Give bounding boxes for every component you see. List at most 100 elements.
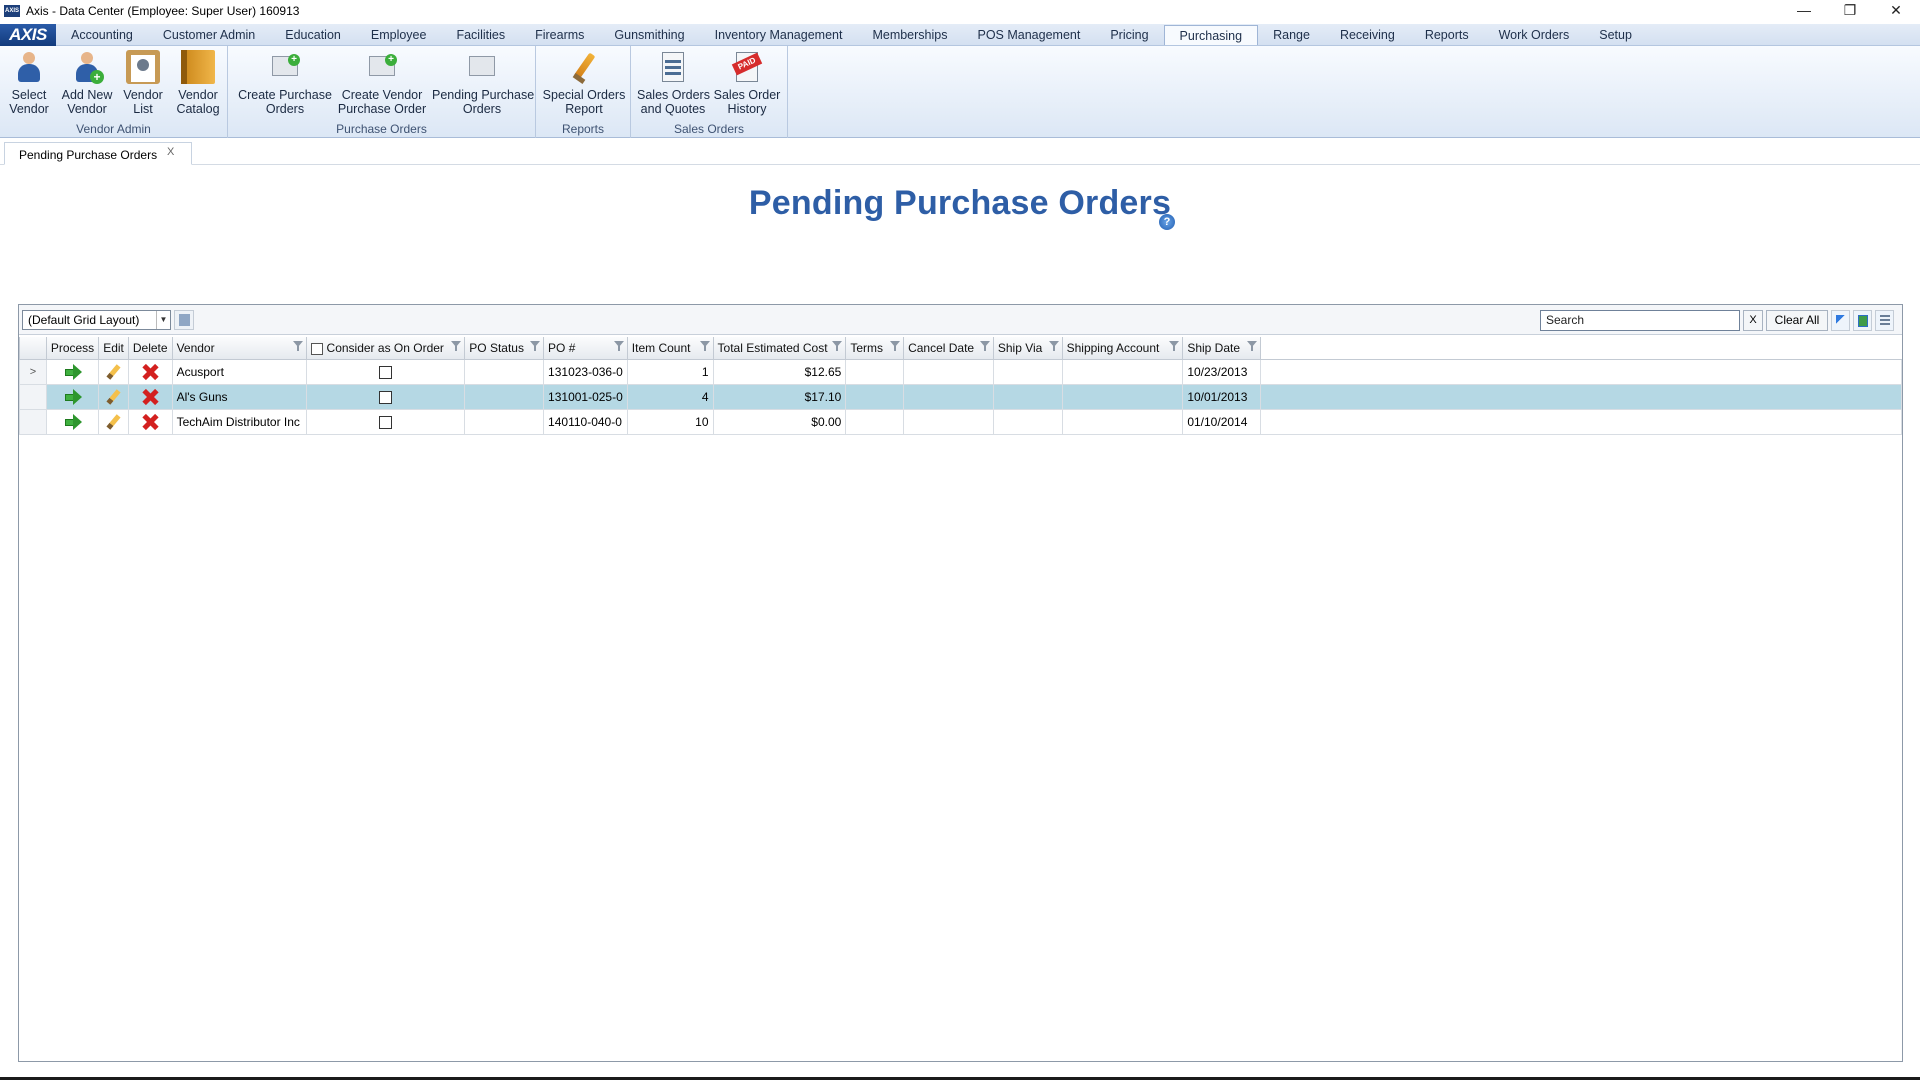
grid-layout-select[interactable]: (Default Grid Layout) ▼ <box>22 310 171 330</box>
edit-pencil-icon[interactable] <box>106 413 121 430</box>
vendor-catalog-button[interactable]: Vendor Catalog <box>172 50 224 116</box>
column-header-po-status[interactable]: PO Status <box>464 337 545 360</box>
column-header-ship-date[interactable]: Ship Date <box>1182 337 1262 360</box>
sales-orders-and-quotes-button[interactable]: Sales Orders and Quotes <box>637 50 710 116</box>
doc-tab-close-button[interactable]: X <box>167 146 174 158</box>
tab-employee[interactable]: Employee <box>356 24 442 45</box>
tab-firearms[interactable]: Firearms <box>520 24 599 45</box>
tab-setup[interactable]: Setup <box>1584 24 1647 45</box>
create-purchase-orders-button[interactable]: + Create Purchase Orders <box>236 50 334 116</box>
tab-pricing[interactable]: Pricing <box>1095 24 1163 45</box>
row-indicator[interactable] <box>19 383 47 410</box>
consider-cell[interactable] <box>305 358 466 385</box>
doc-tab-pending-purchase-orders[interactable]: Pending Purchase Orders X <box>4 142 192 165</box>
filter-icon[interactable] <box>890 341 901 351</box>
tab-memberships[interactable]: Memberships <box>857 24 962 45</box>
delete-cell[interactable] <box>127 358 173 385</box>
column-header-vendor[interactable]: Vendor <box>171 337 307 360</box>
vendor-list-button[interactable]: Vendor List <box>120 50 166 116</box>
process-arrow-icon[interactable] <box>64 363 82 380</box>
consider-cell[interactable] <box>305 383 466 410</box>
pending-purchase-orders-button[interactable]: Pending Purchase Orders <box>432 50 534 116</box>
row-indicator[interactable]: > <box>19 358 47 385</box>
filter-icon[interactable] <box>1048 341 1059 351</box>
filter-icon[interactable] <box>832 341 843 351</box>
column-header-process[interactable]: Process <box>45 337 100 360</box>
tab-inventory-management[interactable]: Inventory Management <box>700 24 858 45</box>
column-header-total-cost[interactable]: Total Estimated Cost <box>712 337 847 360</box>
process-arrow-icon[interactable] <box>64 413 82 430</box>
restore-button[interactable]: ❐ <box>1827 0 1873 22</box>
tab-education[interactable]: Education <box>270 24 356 45</box>
save-layout-button[interactable] <box>174 310 194 330</box>
pin-icon[interactable] <box>1831 310 1850 331</box>
process-cell[interactable] <box>45 383 100 410</box>
delete-x-icon[interactable] <box>142 414 158 430</box>
close-window-button[interactable]: ✕ <box>1873 0 1919 22</box>
sales-order-history-button[interactable]: PAID Sales Order History <box>711 50 783 116</box>
filter-icon[interactable] <box>699 341 710 351</box>
column-header-consider[interactable]: Consider as On Order <box>305 337 466 360</box>
process-cell[interactable] <box>45 358 100 385</box>
column-header-cancel-date[interactable]: Cancel Date <box>903 337 994 360</box>
filter-icon[interactable] <box>1169 341 1180 351</box>
delete-cell[interactable] <box>127 383 173 410</box>
minimize-button[interactable]: — <box>1781 0 1827 22</box>
select-all-checkbox[interactable] <box>310 342 323 355</box>
edit-pencil-icon[interactable] <box>106 388 121 405</box>
delete-cell[interactable] <box>127 408 173 435</box>
create-vendor-purchase-order-button[interactable]: + Create Vendor Purchase Order <box>334 50 430 116</box>
delete-x-icon[interactable] <box>142 389 158 405</box>
process-cell[interactable] <box>45 408 100 435</box>
row-filler <box>1260 408 1902 435</box>
po-number-cell: 131001-025-0 <box>543 383 628 410</box>
special-orders-report-button[interactable]: Special Orders Report <box>542 50 626 116</box>
tab-purchasing[interactable]: Purchasing <box>1163 25 1259 45</box>
consider-on-order-checkbox[interactable] <box>378 415 392 429</box>
column-header-shipping-account[interactable]: Shipping Account <box>1061 337 1184 360</box>
tab-reports[interactable]: Reports <box>1410 24 1484 45</box>
edit-cell[interactable] <box>98 383 129 410</box>
row-indicator[interactable] <box>19 408 47 435</box>
filter-icon[interactable] <box>613 341 624 351</box>
table-row[interactable]: Al's Guns 131001-025-0 4 $17.10 10/01/20… <box>19 383 1902 410</box>
tab-accounting[interactable]: Accounting <box>56 24 148 45</box>
delete-x-icon[interactable] <box>142 364 158 380</box>
tab-customer-admin[interactable]: Customer Admin <box>148 24 270 45</box>
export-icon[interactable] <box>1853 310 1872 331</box>
edit-cell[interactable] <box>98 408 129 435</box>
column-header-item-count[interactable]: Item Count <box>626 337 714 360</box>
tab-receiving[interactable]: Receiving <box>1325 24 1410 45</box>
tab-range[interactable]: Range <box>1258 24 1325 45</box>
consider-on-order-checkbox[interactable] <box>378 365 392 379</box>
clear-all-button[interactable]: Clear All <box>1766 310 1828 331</box>
column-chooser-icon[interactable] <box>1875 310 1894 331</box>
tab-work-orders[interactable]: Work Orders <box>1484 24 1585 45</box>
column-header-terms[interactable]: Terms <box>845 337 905 360</box>
column-header-ship-via[interactable]: Ship Via <box>992 337 1063 360</box>
filter-icon[interactable] <box>451 341 462 351</box>
table-row[interactable]: TechAim Distributor Inc 140110-040-0 10 … <box>19 408 1902 435</box>
consider-cell[interactable] <box>305 408 466 435</box>
add-new-vendor-button[interactable]: + Add New Vendor <box>58 50 116 116</box>
filter-icon[interactable] <box>292 341 303 351</box>
clear-search-button[interactable]: X <box>1743 310 1763 331</box>
tab-facilities[interactable]: Facilities <box>441 24 520 45</box>
help-icon[interactable]: ? <box>1159 214 1175 230</box>
column-header-po-number[interactable]: PO # <box>543 337 628 360</box>
column-header-edit[interactable]: Edit <box>98 337 129 360</box>
purchase-orders-group: + Create Purchase Orders + Create Vendor… <box>228 46 536 138</box>
consider-on-order-checkbox[interactable] <box>378 390 392 404</box>
column-header-delete[interactable]: Delete <box>127 337 173 360</box>
filter-icon[interactable] <box>979 341 990 351</box>
table-row[interactable]: > Acusport 131023-036-0 1 $12.65 10/23/2… <box>19 358 1902 385</box>
search-input[interactable]: Search <box>1540 310 1740 331</box>
edit-pencil-icon[interactable] <box>106 363 121 380</box>
filter-icon[interactable] <box>1247 341 1258 351</box>
select-vendor-button[interactable]: Select Vendor <box>6 50 52 116</box>
tab-gunsmithing[interactable]: Gunsmithing <box>599 24 699 45</box>
tab-pos-management[interactable]: POS Management <box>962 24 1095 45</box>
edit-cell[interactable] <box>98 358 129 385</box>
filter-icon[interactable] <box>530 341 541 351</box>
process-arrow-icon[interactable] <box>64 388 82 405</box>
